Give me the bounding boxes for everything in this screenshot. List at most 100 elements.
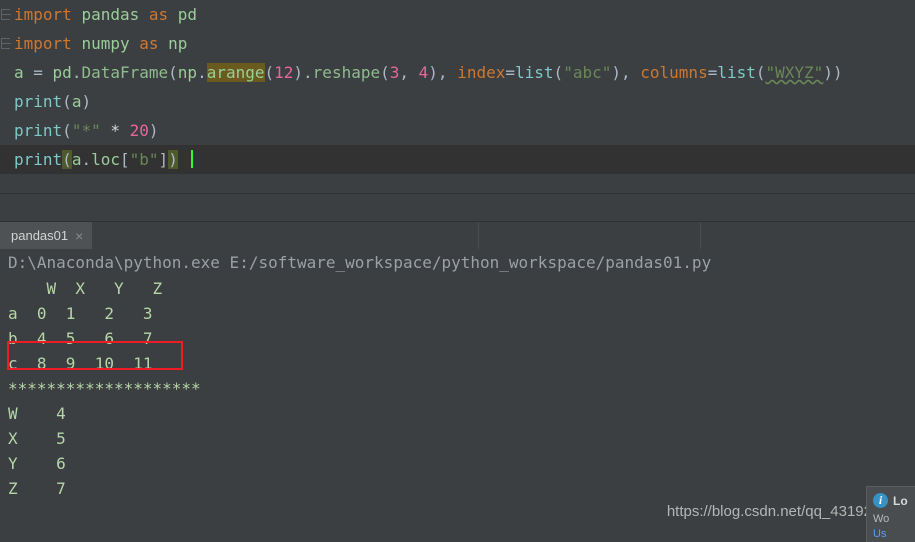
notification-popup[interactable]: i Lo Wo Us xyxy=(866,486,915,542)
code-token: print xyxy=(14,121,63,140)
code-token: = xyxy=(707,63,718,82)
console-command-line: D:\Anaconda\python.exe E:/software_works… xyxy=(8,253,712,272)
code-token: arange xyxy=(206,63,265,82)
console-output-line: ******************** xyxy=(8,379,201,398)
code-token: "*" xyxy=(71,121,101,140)
code-token: ( xyxy=(755,63,766,82)
code-line[interactable]: print(a) xyxy=(0,87,915,116)
code-token: as xyxy=(148,5,169,24)
editor-bottom-divider xyxy=(0,193,915,194)
console-line-container: W X Y Z a 0 1 2 3 b 4 5 6 7 c 8 9 10 11 ****… xyxy=(0,276,915,501)
code-line[interactable]: print(a.loc["b"]) xyxy=(0,145,915,174)
code-token: index xyxy=(457,63,506,82)
code-token: ( xyxy=(62,92,72,111)
console-output-line: Y 6 xyxy=(8,454,66,473)
tab-label: pandas01 xyxy=(11,228,69,243)
console-output-line: W X Y Z xyxy=(8,279,163,298)
code-token: "WXYZ" xyxy=(765,63,824,82)
code-token: . xyxy=(197,63,207,82)
code-token: ) xyxy=(168,150,178,169)
ide-window: import pandas as pd import numpy as np a =… xyxy=(0,0,915,542)
code-token: numpy xyxy=(81,34,130,53)
code-token: reshape xyxy=(312,63,381,82)
console-output-line: c 8 9 10 11 xyxy=(8,354,153,373)
code-token: "abc" xyxy=(563,63,612,82)
code-token: pd xyxy=(52,63,72,82)
console-output-line: a 0 1 2 3 xyxy=(8,304,153,323)
code-token: print xyxy=(14,150,63,169)
code-token: ), xyxy=(611,63,641,82)
run-console-output[interactable]: D:\Anaconda\python.exe E:/software_works… xyxy=(0,249,915,542)
code-line[interactable]: import pandas as pd xyxy=(0,0,915,29)
code-fold-icon[interactable] xyxy=(1,38,11,49)
code-line[interactable]: import numpy as np xyxy=(0,29,915,58)
code-token: list xyxy=(515,63,554,82)
code-token: a xyxy=(14,63,24,82)
code-token: [ xyxy=(120,150,130,169)
code-token: )) xyxy=(823,63,843,82)
notification-link[interactable]: Us xyxy=(873,528,915,540)
code-token: . xyxy=(81,150,92,169)
code-token: list xyxy=(717,63,756,82)
code-fold-icon[interactable] xyxy=(1,9,11,20)
text-caret xyxy=(190,150,193,168)
console-output-line: X 5 xyxy=(8,429,66,448)
code-line[interactable]: a = pd.DataFrame(np.arange(12).reshape(3… xyxy=(0,58,915,87)
code-token: import xyxy=(14,34,72,53)
code-token: 4 xyxy=(418,63,429,82)
code-token: a xyxy=(71,150,82,169)
tabbar-separator-1 xyxy=(478,222,479,249)
code-token: ), xyxy=(428,63,458,82)
close-icon[interactable]: × xyxy=(75,229,83,243)
code-token: loc xyxy=(91,150,120,169)
tab-pandas01[interactable]: pandas01 × xyxy=(0,222,93,249)
watermark-url: https://blog.csdn.net/qq_43192537 xyxy=(666,503,897,520)
code-token: . xyxy=(71,63,82,82)
code-token: pd xyxy=(177,5,198,24)
code-token: as xyxy=(139,34,159,53)
code-token: 20 xyxy=(129,121,149,140)
code-token: , xyxy=(399,63,419,82)
code-token: ) xyxy=(81,92,92,111)
code-line[interactable]: print("*" * 20) xyxy=(0,116,915,145)
code-token: ] xyxy=(158,150,169,169)
code-token: ). xyxy=(293,63,313,82)
code-token: import xyxy=(14,5,72,24)
code-token: a xyxy=(71,92,82,111)
code-token: 12 xyxy=(274,63,294,82)
code-token: np xyxy=(177,63,198,82)
code-token: ( xyxy=(62,121,72,140)
info-icon: i xyxy=(873,493,888,508)
tabbar-separator-2 xyxy=(700,222,701,249)
code-token: * xyxy=(110,121,120,140)
code-token: ( xyxy=(62,150,72,169)
code-token: columns xyxy=(640,63,708,82)
console-output-line: W 4 xyxy=(8,404,66,423)
code-token: DataFrame xyxy=(81,63,169,82)
notification-body: Wo xyxy=(873,513,890,525)
code-token: "b" xyxy=(129,150,159,169)
console-output-line: Z 7 xyxy=(8,479,66,498)
code-token: pandas xyxy=(81,5,140,24)
code-token: ( xyxy=(380,63,390,82)
notification-header: i Lo xyxy=(873,493,915,508)
notification-title: Lo xyxy=(893,493,908,508)
code-token: ( xyxy=(553,63,564,82)
code-token: np xyxy=(168,34,188,53)
code-token: ) xyxy=(148,121,159,140)
code-token: print xyxy=(14,92,63,111)
run-tool-tabbar[interactable]: pandas01 × xyxy=(0,222,915,249)
code-editor[interactable]: import pandas as pd import numpy as np a =… xyxy=(0,0,915,180)
code-token: ( xyxy=(168,63,178,82)
code-token: = xyxy=(23,63,53,82)
console-output-line: b 4 5 6 7 xyxy=(8,329,153,348)
editor-line-container[interactable]: import pandas as pd import numpy as np a =… xyxy=(0,0,915,174)
code-token: 3 xyxy=(389,63,400,82)
